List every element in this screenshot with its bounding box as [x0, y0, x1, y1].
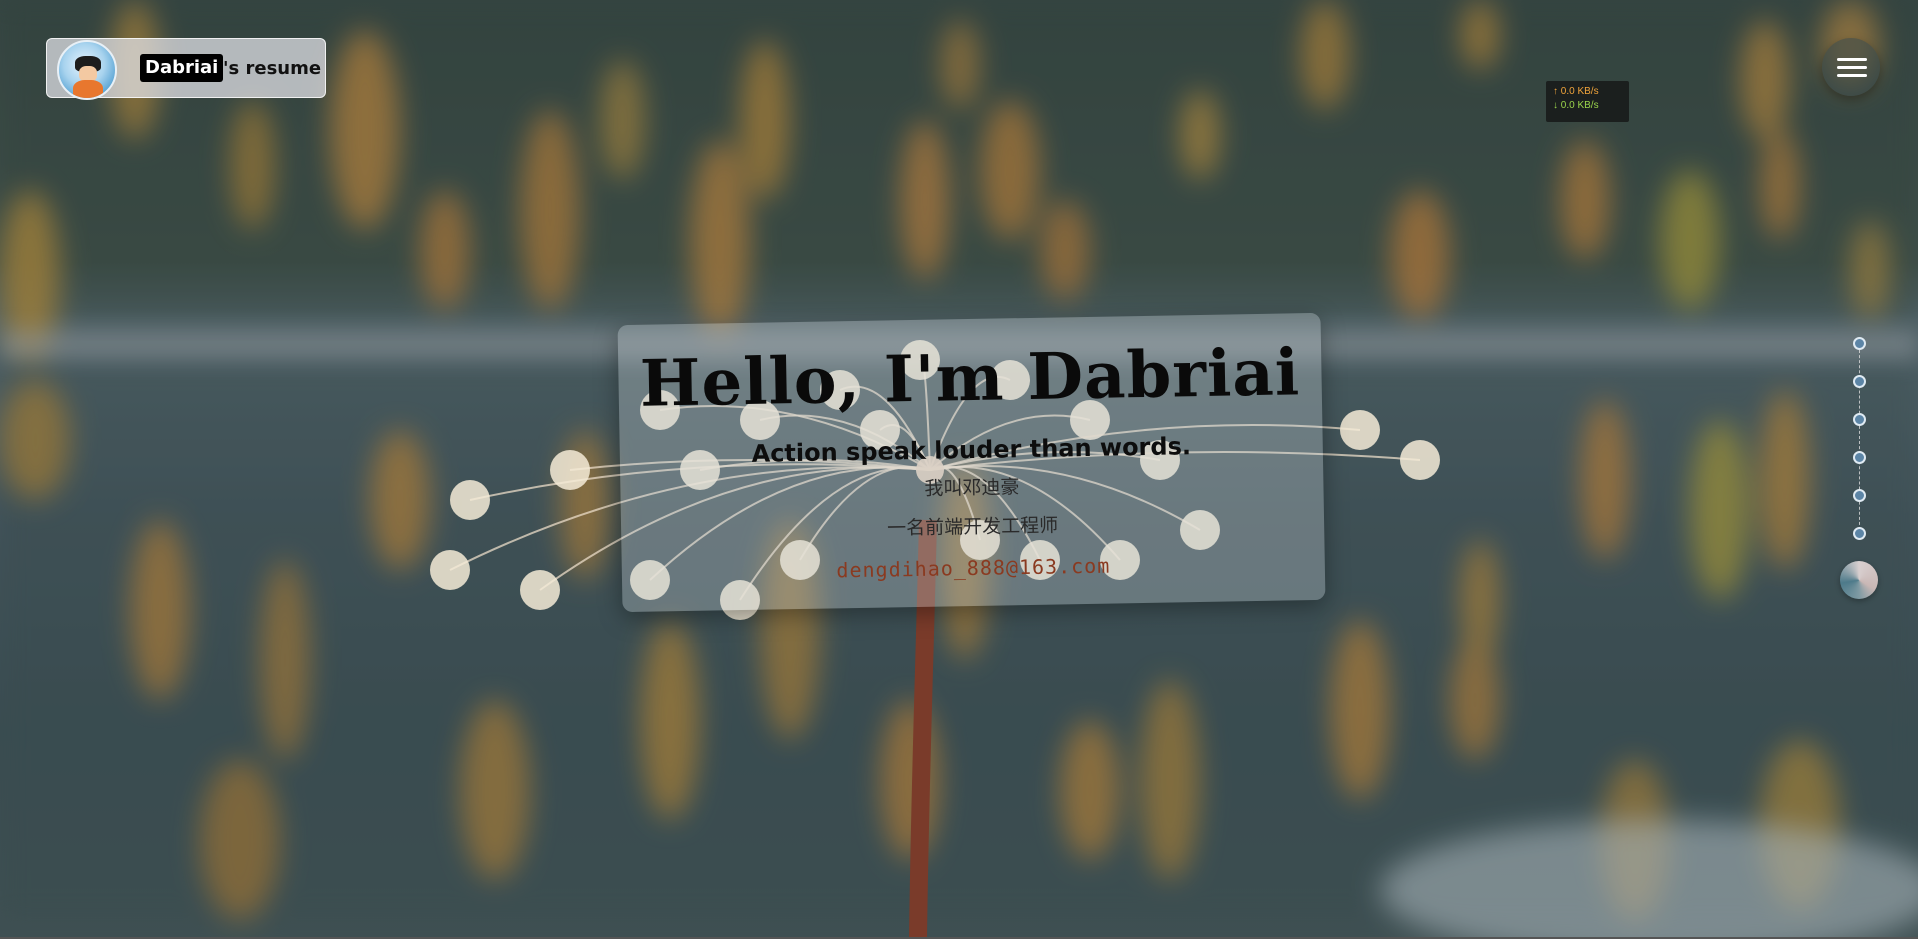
section-nav-dot[interactable] — [1853, 413, 1866, 426]
download-speed: ↓ 0.0 KB/s — [1553, 100, 1599, 111]
theme-toggle-icon[interactable] — [1840, 561, 1878, 599]
intro-role: 一名前端开发工程师 — [886, 514, 1059, 540]
avatar-body — [73, 80, 103, 98]
hamburger-menu-icon — [1837, 58, 1867, 61]
section-nav-dot[interactable] — [1853, 527, 1866, 540]
intro-name: 我叫邓迪豪 — [924, 476, 1020, 500]
intro-title: Hello, I'm Dabriai — [639, 335, 1301, 422]
avatar — [57, 40, 117, 100]
intro-card: Hello, I'm Dabriai Action speak louder t… — [617, 312, 1326, 613]
upload-speed: ↑ 0.0 KB/s — [1553, 86, 1599, 97]
section-nav-dot[interactable] — [1853, 489, 1866, 502]
hamburger-menu-icon — [1837, 74, 1867, 77]
brand-suffix: 's resume — [223, 58, 322, 79]
brand-name: Dabriai — [140, 54, 224, 82]
section-nav-dot[interactable] — [1853, 451, 1866, 464]
brand-logo[interactable]: Dabriai 's resume — [46, 38, 326, 100]
section-nav-dot[interactable] — [1853, 375, 1866, 388]
network-speed-widget: ↑ 0.0 KB/s ↓ 0.0 KB/s — [1546, 81, 1629, 122]
section-nav — [1850, 337, 1870, 597]
email-link[interactable]: dengdihao_888@163.com — [622, 549, 1325, 587]
section-nav-line — [1859, 345, 1860, 535]
hero-section: Dabriai 's resume ↑ 0.0 KB/s ↓ 0.0 KB/s … — [0, 0, 1918, 939]
hamburger-menu-icon — [1837, 66, 1867, 69]
menu-button[interactable] — [1822, 38, 1880, 96]
intro-motto: Action speak louder than words. — [751, 432, 1192, 468]
section-nav-dot[interactable] — [1853, 337, 1866, 350]
